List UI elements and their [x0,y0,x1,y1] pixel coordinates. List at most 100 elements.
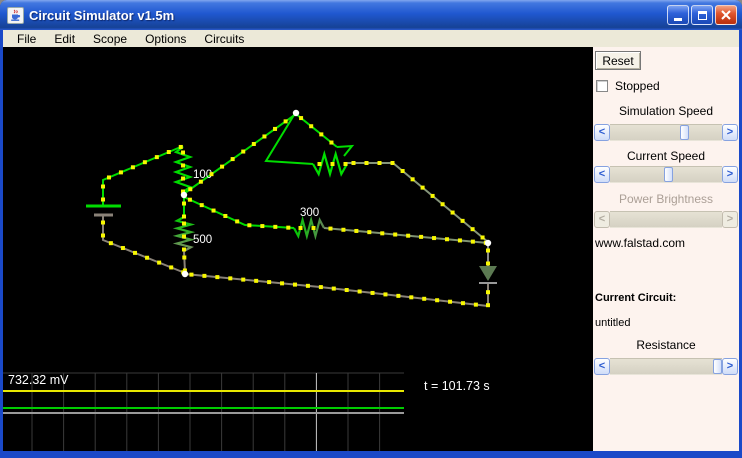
side-panel: Reset Stopped www.falstad.com Current Ci… [593,47,739,451]
current-dot [223,213,228,218]
menu-scope[interactable]: Scope [84,32,136,46]
current-dot [311,226,316,230]
current-dot [215,275,220,280]
circuit-canvas[interactable]: 732.32 mV t = 101.73 s 100 500 300 [3,47,593,451]
current-dot [283,119,288,124]
current-dot [188,187,193,192]
current-dot [486,261,490,266]
scroll-left-icon[interactable]: < [594,358,610,375]
current-dot [235,219,240,224]
scroll-left-icon[interactable]: < [594,124,610,141]
menu-edit[interactable]: Edit [45,32,84,46]
current-dot [390,161,395,165]
current-dot [120,246,125,251]
stopped-checkbox-row: Stopped [596,79,660,93]
current-dot [247,223,252,228]
scroll-right-icon[interactable]: > [722,358,738,375]
current-dot [486,248,490,253]
current-dot [228,276,233,281]
current-dot [309,124,314,129]
slider-thumb[interactable] [713,359,722,374]
current-dot [486,290,490,295]
scroll-right-icon[interactable]: > [722,124,738,141]
current-dot [328,226,333,231]
current-dot [145,255,150,260]
current-dot [444,237,449,242]
current-dot [182,201,186,206]
minimize-button[interactable] [667,5,689,25]
current-dot [101,220,105,225]
current-circuit-label: Current Circuit: [595,292,677,304]
current-dot [202,273,207,278]
current-dot [198,179,203,184]
current-dot [448,299,453,304]
current-dot [280,281,285,286]
slider-track[interactable] [610,358,722,375]
current-dot [319,132,324,137]
current-dot [292,282,297,287]
current-dot [354,228,359,233]
current-dot [154,155,159,160]
website-link[interactable]: www.falstad.com [595,236,685,250]
stopped-checkbox[interactable] [596,80,608,92]
current-dot [383,292,388,297]
current-dot [440,202,445,207]
close-button[interactable] [715,5,737,25]
current-dot [470,227,475,232]
menu-options[interactable]: Options [136,32,195,46]
scroll-left-icon[interactable]: < [594,166,610,183]
current-dot [106,175,111,180]
slider-thumb[interactable] [680,125,689,140]
current-dot [331,286,336,291]
slider-thumb[interactable] [664,167,673,182]
circuit-node[interactable] [292,109,300,117]
maximize-button[interactable] [691,5,713,25]
current-circuit-name: untitled [595,317,631,329]
slider-track[interactable] [610,211,722,228]
current-dot [460,301,465,306]
resistor-100-value-label: 100 [193,169,212,181]
circuit-node[interactable] [484,239,492,247]
current-dot [318,285,323,290]
circuit-node[interactable] [181,270,189,278]
slider-label-current-speed: Current Speed [626,149,706,163]
title-bar: Circuit Simulator v1.5m [0,0,742,30]
current-dot [420,185,425,190]
current-dot [341,227,346,232]
current-dot [182,255,187,260]
slider-power-brightness[interactable]: < > [594,211,738,228]
current-dot [108,241,113,246]
circuit-node[interactable] [180,191,188,199]
slider-simulation-speed[interactable]: < > [594,124,738,141]
slider-resistance[interactable]: < > [594,358,738,375]
scope-time-label: t = 101.73 s [424,379,490,393]
slider-track[interactable] [610,166,722,183]
current-dot [460,218,465,223]
diode-triangle [479,266,497,281]
current-dot [298,226,303,230]
current-dot [260,224,265,229]
menu-circuits[interactable]: Circuits [195,32,253,46]
current-dot [211,208,216,213]
scroll-right-icon[interactable]: > [722,166,738,183]
current-dot [189,272,194,277]
scroll-right-icon[interactable]: > [722,211,738,228]
java-app-icon [7,6,24,24]
current-dot [254,278,259,283]
slider-track[interactable] [610,124,722,141]
current-dot [377,161,382,165]
reset-button[interactable]: Reset [595,51,641,70]
current-dot [181,176,185,181]
current-dot [133,250,138,255]
current-dot [118,170,123,175]
slider-current-speed[interactable]: < > [594,166,738,183]
battery-pos-wire [102,145,184,206]
current-dot [241,149,246,154]
current-dot [157,260,162,265]
current-dot [450,210,455,215]
current-dot [220,164,225,169]
menu-file[interactable]: File [8,32,45,46]
current-dot [241,277,246,282]
scroll-left-icon[interactable]: < [594,211,610,228]
current-dot [435,298,440,303]
